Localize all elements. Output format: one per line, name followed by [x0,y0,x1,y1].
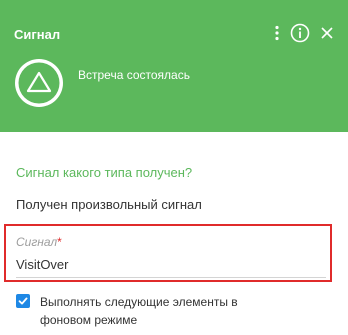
close-icon[interactable] [320,26,334,40]
vertical-dots-icon[interactable] [274,25,280,41]
answer-text[interactable]: Получен произвольный сигнал [16,197,202,212]
signal-input[interactable]: VisitOver [16,257,69,272]
background-checkbox-label[interactable]: Выполнять следующие элементы в фоновом р… [40,293,280,329]
panel-title: Сигнал [14,27,61,42]
header-actions [274,22,334,44]
required-mark: * [57,235,62,249]
checkmark-icon [18,297,28,305]
triangle-signal-icon [14,58,64,108]
info-circle-icon[interactable] [290,23,310,43]
signal-field-label: Сигнал* [16,235,62,249]
signal-field: Сигнал* VisitOver [4,224,332,282]
input-underline [16,277,326,278]
element-caption: Встреча состоялась [78,68,190,82]
question-heading: Сигнал какого типа получен? [16,165,193,180]
panel-header: Сигнал Встреча состоялась [0,0,348,132]
background-checkbox[interactable] [16,294,30,308]
signal-field-label-text: Сигнал [16,235,58,249]
